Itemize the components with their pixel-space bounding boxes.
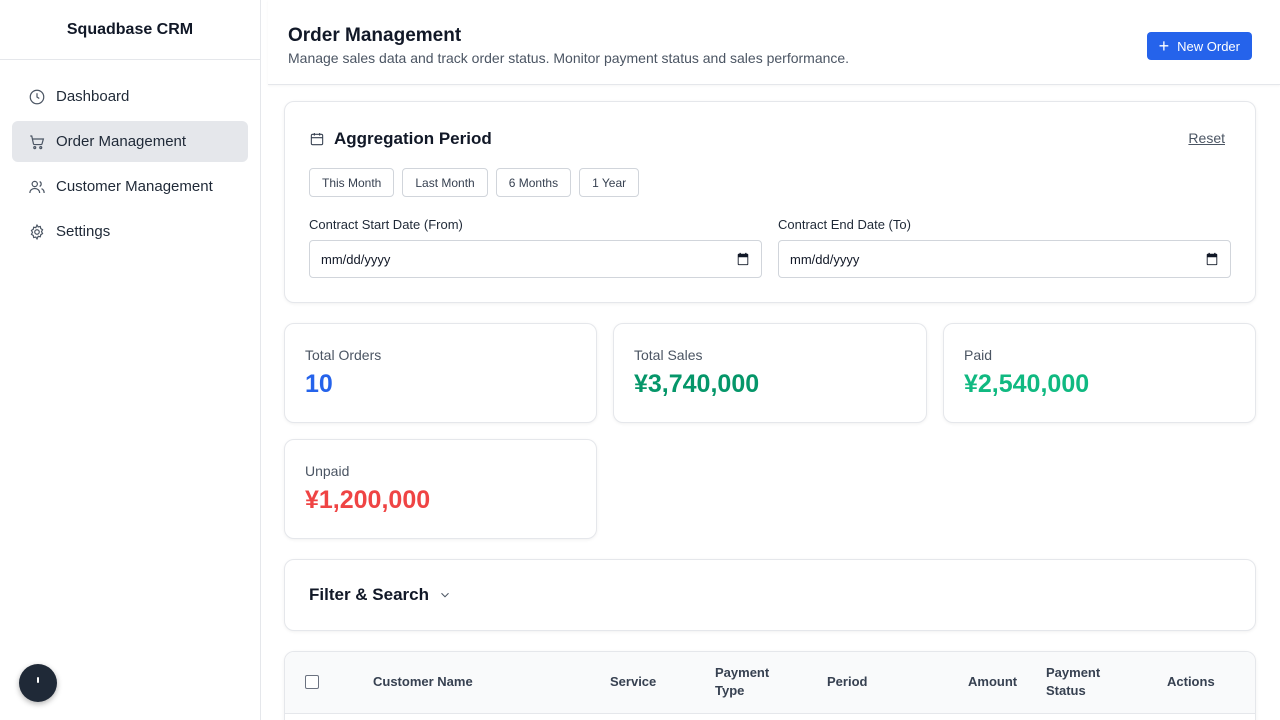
period-presets: This Month Last Month 6 Months 1 Year [309, 168, 640, 197]
stat-value: ¥3,740,000 [634, 370, 760, 398]
filter-toggle[interactable]: Filter & Search [309, 585, 452, 605]
user-menu-button[interactable] [19, 664, 57, 702]
column-actions: Actions [1167, 674, 1215, 689]
sidebar-item-dashboard[interactable]: Dashboard [12, 76, 248, 117]
table-header: Customer Name Service Payment Type Perio… [285, 652, 1255, 714]
column-label-line: Payment [715, 665, 770, 680]
paid-card: Paid ¥2,540,000 [943, 323, 1256, 423]
aggregation-period-card: Aggregation Period Reset This Month Last… [284, 101, 1256, 303]
cart-icon [28, 133, 46, 151]
page-title: Order Management [288, 25, 462, 46]
filter-title: Filter & Search [309, 585, 429, 604]
total-orders-card: Total Orders 10 [284, 323, 597, 423]
start-date-input[interactable]: mm/dd/yyyy [309, 240, 762, 278]
sidebar-item-settings[interactable]: Settings [12, 211, 248, 252]
stat-value: 10 [305, 370, 333, 398]
preset-6-months-button[interactable]: 6 Months [495, 168, 572, 197]
indicator-icon [37, 677, 39, 683]
select-all-checkbox[interactable] [305, 675, 319, 689]
sidebar-item-label: Order Management [56, 133, 187, 150]
orders-table: Customer Name Service Payment Type Perio… [284, 651, 1256, 720]
clock-icon [28, 88, 46, 106]
stat-label: Paid [964, 347, 993, 363]
column-label-line: Type [715, 683, 745, 698]
column-service[interactable]: Service [610, 673, 656, 691]
column-payment-status[interactable]: Payment Status [1046, 664, 1100, 700]
new-order-button[interactable]: + New Order [1146, 32, 1252, 60]
sidebar-item-label: Dashboard [56, 88, 130, 105]
end-date-placeholder: mm/dd/yyyy [790, 251, 860, 267]
filter-search-card[interactable]: Filter & Search [284, 559, 1256, 631]
column-period[interactable]: Period [827, 673, 867, 691]
stat-label: Unpaid [305, 463, 350, 479]
calendar-picker-icon[interactable] [736, 252, 750, 266]
preset-this-month-button[interactable]: This Month [309, 168, 395, 197]
total-sales-card: Total Sales ¥3,740,000 [613, 323, 927, 423]
calendar-icon [310, 133, 324, 146]
column-label-line: Status [1046, 683, 1086, 698]
period-heading: Aggregation Period [309, 129, 492, 149]
preset-last-month-button[interactable]: Last Month [402, 168, 488, 197]
sidebar-item-label: Settings [56, 223, 111, 240]
stat-value: ¥2,540,000 [964, 370, 1090, 398]
calendar-picker-icon[interactable] [1205, 252, 1219, 266]
end-date-label: Contract End Date (To) [778, 217, 911, 232]
sidebar: Squadbase CRM Dashboard Order Management… [0, 0, 261, 720]
sidebar-item-order-management[interactable]: Order Management [12, 121, 248, 162]
start-date-label: Contract Start Date (From) [309, 217, 463, 232]
page-subtitle: Manage sales data and track order status… [288, 50, 850, 66]
column-label-line: Payment [1046, 665, 1101, 680]
gear-icon [28, 223, 46, 241]
sidebar-item-label: Customer Management [56, 178, 213, 195]
plus-icon: + [1158, 36, 1170, 56]
users-icon [28, 178, 46, 196]
sidebar-item-customer-management[interactable]: Customer Management [12, 166, 248, 207]
preset-1-year-button[interactable]: 1 Year [579, 168, 640, 197]
stat-label: Total Sales [634, 347, 703, 363]
end-date-input[interactable]: mm/dd/yyyy [778, 240, 1231, 278]
start-date-placeholder: mm/dd/yyyy [321, 251, 391, 267]
column-payment-type[interactable]: Payment Type [715, 664, 769, 700]
stat-value: ¥1,200,000 [305, 486, 431, 514]
unpaid-card: Unpaid ¥1,200,000 [284, 439, 597, 539]
column-customer-name[interactable]: Customer Name [373, 673, 473, 691]
stat-label: Total Orders [305, 347, 382, 363]
column-amount[interactable]: Amount [968, 673, 1017, 691]
new-order-label: New Order [1177, 38, 1240, 54]
page-header: Order Management Manage sales data and t… [268, 0, 1280, 85]
chevron-down-icon [441, 592, 449, 598]
brand-logo[interactable]: Squadbase CRM [0, 0, 260, 60]
period-title: Aggregation Period [334, 129, 492, 148]
reset-link[interactable]: Reset [1188, 130, 1225, 146]
sidebar-nav: Dashboard Order Management Customer Mana… [0, 60, 260, 252]
